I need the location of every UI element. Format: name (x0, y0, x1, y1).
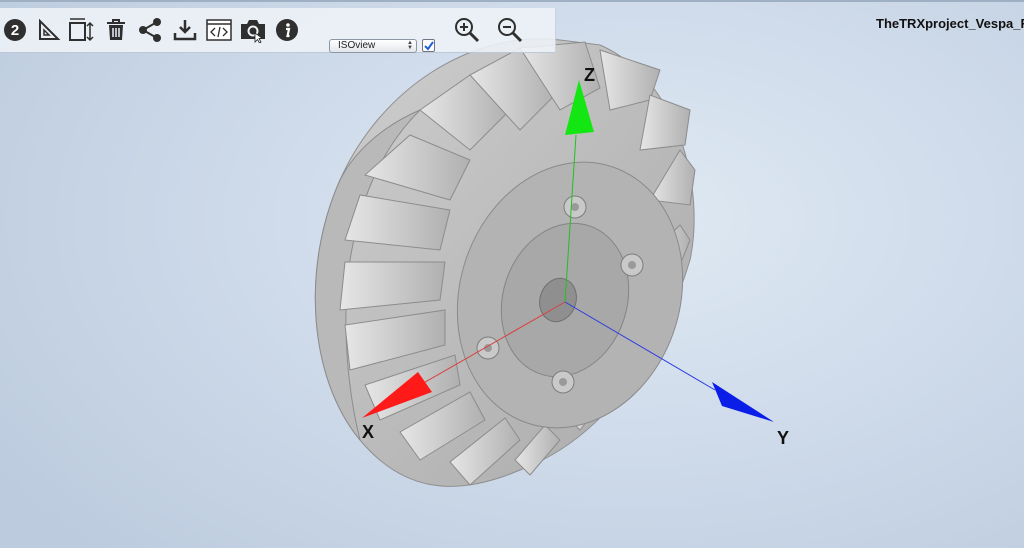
view-select-value: ISOview (338, 40, 376, 51)
embed-code-icon (206, 19, 232, 41)
snapshot-button[interactable] (238, 8, 268, 52)
flywheel-model[interactable] (314, 38, 716, 487)
y-axis-arrow (712, 382, 774, 422)
trash-icon (105, 18, 127, 42)
zoom-out-icon (496, 16, 524, 44)
y-axis-label: Y (777, 428, 790, 448)
measure-icon (37, 18, 61, 42)
checkmark-icon (423, 40, 434, 51)
select-arrows-icon: ▲ ▼ (407, 40, 413, 51)
info-icon (275, 18, 299, 42)
share-button[interactable] (135, 8, 165, 52)
viewer-toolbar: 2 ISOview ▲ ▼ (0, 8, 556, 53)
step-badge[interactable]: 2 (0, 8, 30, 52)
dimension-icon (67, 16, 95, 44)
measure-button[interactable] (34, 8, 64, 52)
step-number: 2 (4, 19, 26, 41)
dimension-button[interactable] (66, 8, 96, 52)
download-button[interactable] (170, 8, 200, 52)
zoom-in-button[interactable] (450, 8, 484, 52)
zoom-in-icon (453, 16, 481, 44)
model-title: TheTRXproject_Vespa_Fl (876, 16, 1024, 31)
zoom-out-button[interactable] (493, 8, 527, 52)
view-select[interactable]: ISOview ▲ ▼ (329, 39, 417, 53)
embed-button[interactable] (204, 8, 234, 52)
view-checkbox[interactable] (422, 39, 435, 52)
3d-viewport[interactable] (0, 0, 1024, 548)
share-icon (137, 17, 163, 43)
download-icon (173, 18, 197, 42)
z-axis-label: Z (584, 65, 595, 85)
camera-icon (239, 17, 267, 43)
x-axis-label: X (362, 422, 375, 442)
info-button[interactable] (272, 8, 302, 52)
delete-button[interactable] (101, 8, 131, 52)
